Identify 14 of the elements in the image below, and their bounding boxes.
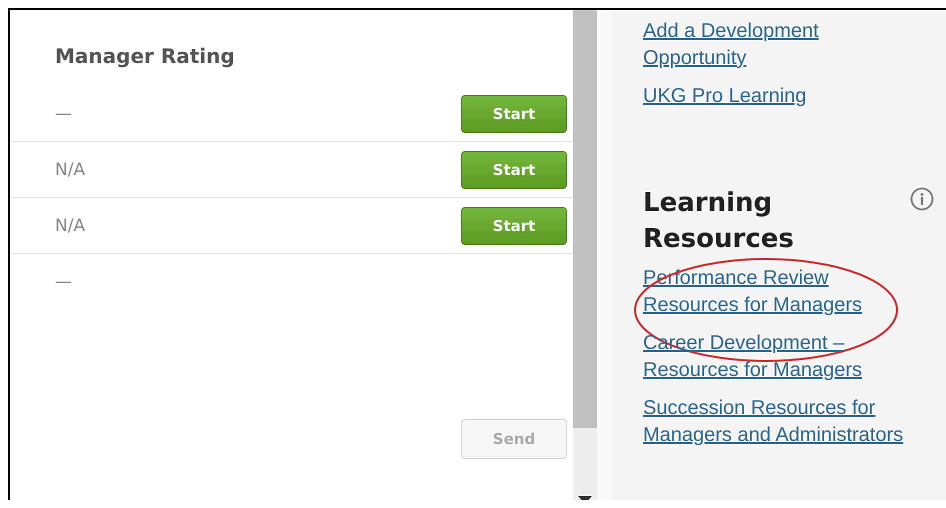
link[interactable]: UKG Pro Learning [643,83,806,110]
section-title: Manager Rating [54,43,236,70]
info-icon[interactable] [910,187,934,211]
start-button[interactable]: Start [461,150,567,188]
rating-value: N/A [55,160,86,180]
rating-value: — [55,104,72,124]
link[interactable]: Add a Development Opportunity [643,18,819,72]
start-button[interactable]: Start [461,94,567,132]
start-button[interactable]: Start [461,206,567,244]
rating-value: — [55,272,72,292]
scrollbar[interactable] [573,10,597,500]
link[interactable]: Succession Resources for Managers and Administrators [643,395,904,449]
section-heading: Learning Resources [643,187,794,256]
rating-value: N/A [55,216,86,236]
